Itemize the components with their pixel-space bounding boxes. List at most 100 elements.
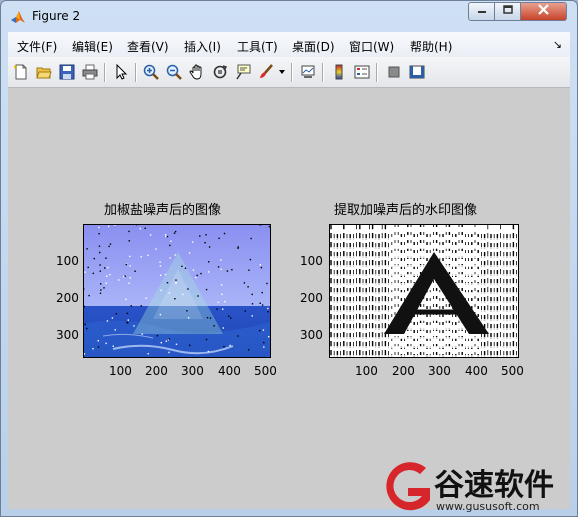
menu-help[interactable]: 帮助(H) <box>410 38 452 55</box>
noise-pixel <box>159 261 161 263</box>
pan-icon <box>189 64 202 80</box>
noise-pixel <box>220 268 222 270</box>
noise-pixel <box>175 343 178 345</box>
noise-pixel <box>128 240 130 242</box>
noise-pixel <box>208 261 210 263</box>
open-file-button[interactable] <box>34 62 54 82</box>
link-plot-button[interactable] <box>298 62 318 82</box>
noise-pixel <box>98 233 100 235</box>
noise-pixel <box>84 271 86 273</box>
noise-pixel <box>205 338 208 341</box>
noise-pixel <box>261 304 264 306</box>
rotate-3d-icon <box>213 65 228 79</box>
noise-pixel <box>140 305 142 307</box>
noise-pixel <box>105 257 107 259</box>
figure-canvas[interactable]: 加椒盐噪声后的图像 100 200 300 100 200 300 400 50… <box>8 88 570 513</box>
close-button[interactable] <box>521 2 567 21</box>
noise-pixel <box>205 234 207 236</box>
noise-pixel <box>168 292 170 294</box>
brush-button[interactable] <box>256 62 276 82</box>
noise-pixel <box>107 225 110 228</box>
noise-pixel <box>105 342 107 345</box>
brush-icon <box>260 64 273 78</box>
noise-pixel <box>128 282 130 284</box>
pan-button[interactable] <box>187 62 207 82</box>
minimize-button[interactable] <box>468 2 495 21</box>
x-tick-label: 200 <box>392 364 415 378</box>
print-button[interactable] <box>80 62 100 82</box>
noise-pixel <box>206 317 209 319</box>
menu-file[interactable]: 文件(F) <box>17 38 57 55</box>
noise-pixel <box>112 345 114 347</box>
noise-pixel <box>217 266 220 268</box>
noise-pixel <box>187 317 190 319</box>
noise-pixel <box>259 264 261 266</box>
x-tick-label: 100 <box>355 364 378 378</box>
noise-pixel <box>125 298 127 301</box>
noise-pixel <box>129 255 131 258</box>
new-figure-button[interactable] <box>11 62 31 82</box>
menu-view[interactable]: 查看(V) <box>127 38 169 55</box>
menu-window[interactable]: 窗口(W) <box>349 38 394 55</box>
extracted-watermark-axes[interactable] <box>329 224 519 358</box>
noise-pixel <box>92 348 94 350</box>
noise-pixel <box>230 317 232 319</box>
noise-pixel <box>223 346 225 348</box>
noise-pixel <box>97 340 99 342</box>
menu-desktop[interactable]: 桌面(D) <box>292 38 335 55</box>
x-tick-label: 500 <box>501 364 524 378</box>
print-icon <box>82 64 98 80</box>
noise-pixel <box>189 344 191 346</box>
noise-pixel <box>165 340 167 342</box>
noise-pixel <box>251 303 254 305</box>
zoom-in-button[interactable] <box>141 62 161 82</box>
menu-tools[interactable]: 工具(T) <box>237 38 278 55</box>
menu-edit[interactable]: 编辑(E) <box>72 38 113 55</box>
rotate-3d-button[interactable] <box>210 62 230 82</box>
noise-pixel <box>228 315 230 317</box>
noisy-image-axes[interactable] <box>83 224 271 358</box>
noise-pixel <box>147 254 149 256</box>
x-tick-label: 400 <box>218 364 241 378</box>
legend-button[interactable] <box>352 62 372 82</box>
noise-pixel <box>188 252 191 254</box>
brush-dropdown-icon <box>279 70 285 74</box>
toolbar-separator <box>135 63 137 82</box>
noise-pixel <box>114 329 116 331</box>
noise-pixel <box>100 289 102 291</box>
brush-dropdown-button[interactable] <box>277 62 287 82</box>
maximize-button[interactable] <box>495 2 521 21</box>
noise-pixel <box>243 282 246 284</box>
noise-pixel <box>99 251 101 254</box>
title-bar[interactable]: Figure 2 <box>1 1 577 32</box>
hide-plot-tools-button[interactable] <box>384 62 404 82</box>
save-button[interactable] <box>57 62 77 82</box>
zoom-out-button[interactable] <box>164 62 184 82</box>
noise-pixel <box>130 305 132 307</box>
noise-pixel <box>218 237 220 239</box>
y-tick-label: 200 <box>300 291 323 305</box>
plot-title: 提取加噪声后的水印图像 <box>334 203 478 218</box>
noise-pixel <box>168 351 170 354</box>
menu-insert[interactable]: 插入(I) <box>184 38 221 55</box>
noise-pixel <box>103 287 105 289</box>
noise-pixel <box>99 264 101 266</box>
colorbar-button[interactable] <box>329 62 349 82</box>
noise-pixel <box>106 275 108 277</box>
x-tick-label: 400 <box>465 364 488 378</box>
noise-pixel <box>181 265 183 267</box>
noise-pixel <box>93 257 95 260</box>
noise-pixel <box>237 335 239 337</box>
noise-pixel <box>248 349 250 351</box>
noise-pixel <box>169 244 171 247</box>
menu-overflow-arrow[interactable]: ↘ <box>553 38 562 51</box>
show-plot-tools-button[interactable] <box>407 62 427 82</box>
pointer-button[interactable] <box>111 62 131 82</box>
noise-pixel <box>105 282 107 284</box>
data-cursor-button[interactable] <box>233 62 253 82</box>
toolbar-separator <box>291 63 293 82</box>
noise-pixel <box>208 246 211 248</box>
noise-pixel <box>126 321 128 324</box>
minimize-icon <box>477 11 486 13</box>
x-tick-label: 300 <box>181 364 204 378</box>
